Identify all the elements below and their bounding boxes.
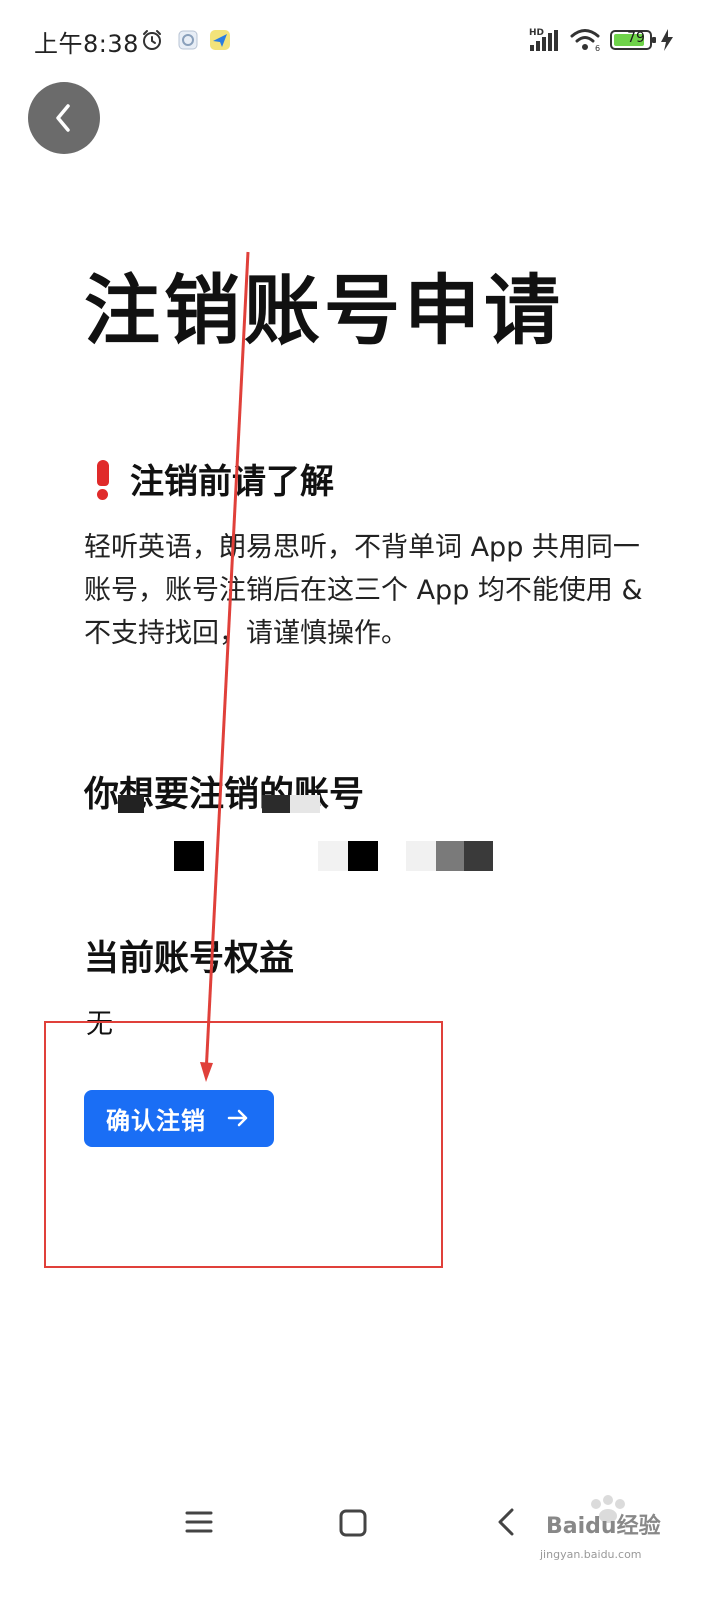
app-notification-icon <box>210 30 230 50</box>
home-square-icon[interactable] <box>338 1508 368 1538</box>
alarm-icon <box>143 30 161 50</box>
notice-heading-text: 注销前请了解 <box>130 461 334 502</box>
watermark-url: jingyan.baidu.com <box>540 1548 642 1561</box>
page-title: 注销账号申请 <box>84 266 564 355</box>
watermark-text: Baidu经验 <box>546 1514 661 1539</box>
notice-heading: 注销前请了解 <box>88 456 334 502</box>
notification-icon <box>178 30 198 50</box>
chevron-left-icon <box>56 104 70 132</box>
redacted-account-id <box>84 795 524 875</box>
status-time: 上午8:38 <box>34 30 139 58</box>
menu-icon[interactable] <box>184 1508 214 1536</box>
charging-icon <box>661 29 673 51</box>
notice-body: 轻听英语，朗易思听，不背单词 App 共用同一账号，账号注销后在这三个 App … <box>84 532 643 649</box>
exclamation-icon <box>88 456 118 500</box>
signal-icon <box>530 30 558 51</box>
annotation-highlight-box <box>44 1021 443 1268</box>
wifi-icon: 6 <box>570 29 600 52</box>
benefits-heading: 当前账号权益 <box>84 939 295 979</box>
svg-text:6: 6 <box>595 44 600 52</box>
battery-level: 79 <box>627 30 645 46</box>
back-button[interactable] <box>28 82 100 154</box>
nav-back-icon[interactable] <box>494 1506 518 1538</box>
status-bar: 上午8:38 HD 6 79 <box>0 0 720 80</box>
